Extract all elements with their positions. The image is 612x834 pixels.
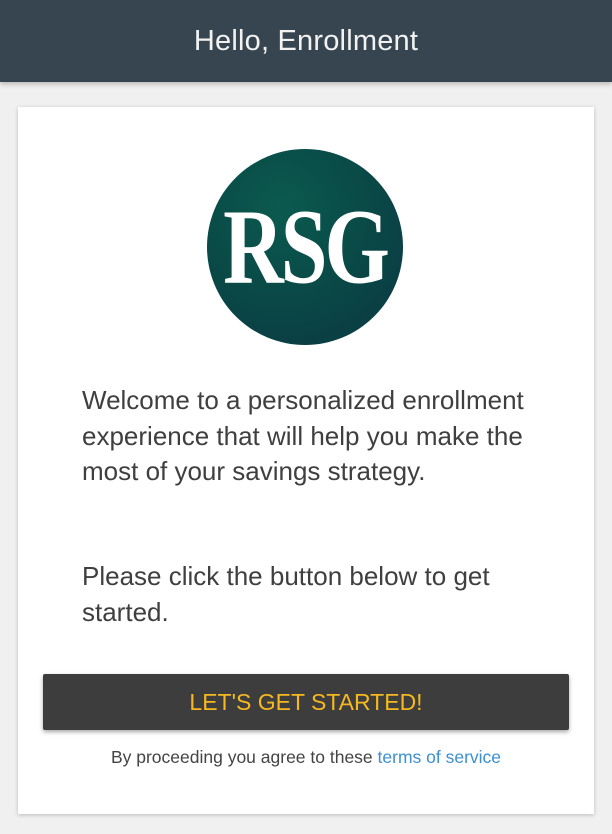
header-title: Hello, Enrollment (193, 24, 419, 57)
rsg-logo: RSG (207, 149, 403, 345)
terms-of-service-link[interactable]: terms of service (378, 747, 502, 767)
logo-text: RSG (223, 187, 390, 307)
app-header: Hello, Enrollment (0, 0, 612, 82)
instruction-message: Please click the button below to get sta… (82, 561, 490, 627)
terms-notice: By proceeding you agree to these terms o… (18, 747, 594, 768)
welcome-card: RSG Welcome to a personalized enrollment… (18, 107, 594, 814)
get-started-button[interactable]: LET'S GET STARTED! (43, 674, 569, 730)
terms-prefix: By proceeding you agree to these (110, 747, 378, 767)
welcome-message: Welcome to a personalized enrollment exp… (82, 385, 524, 486)
